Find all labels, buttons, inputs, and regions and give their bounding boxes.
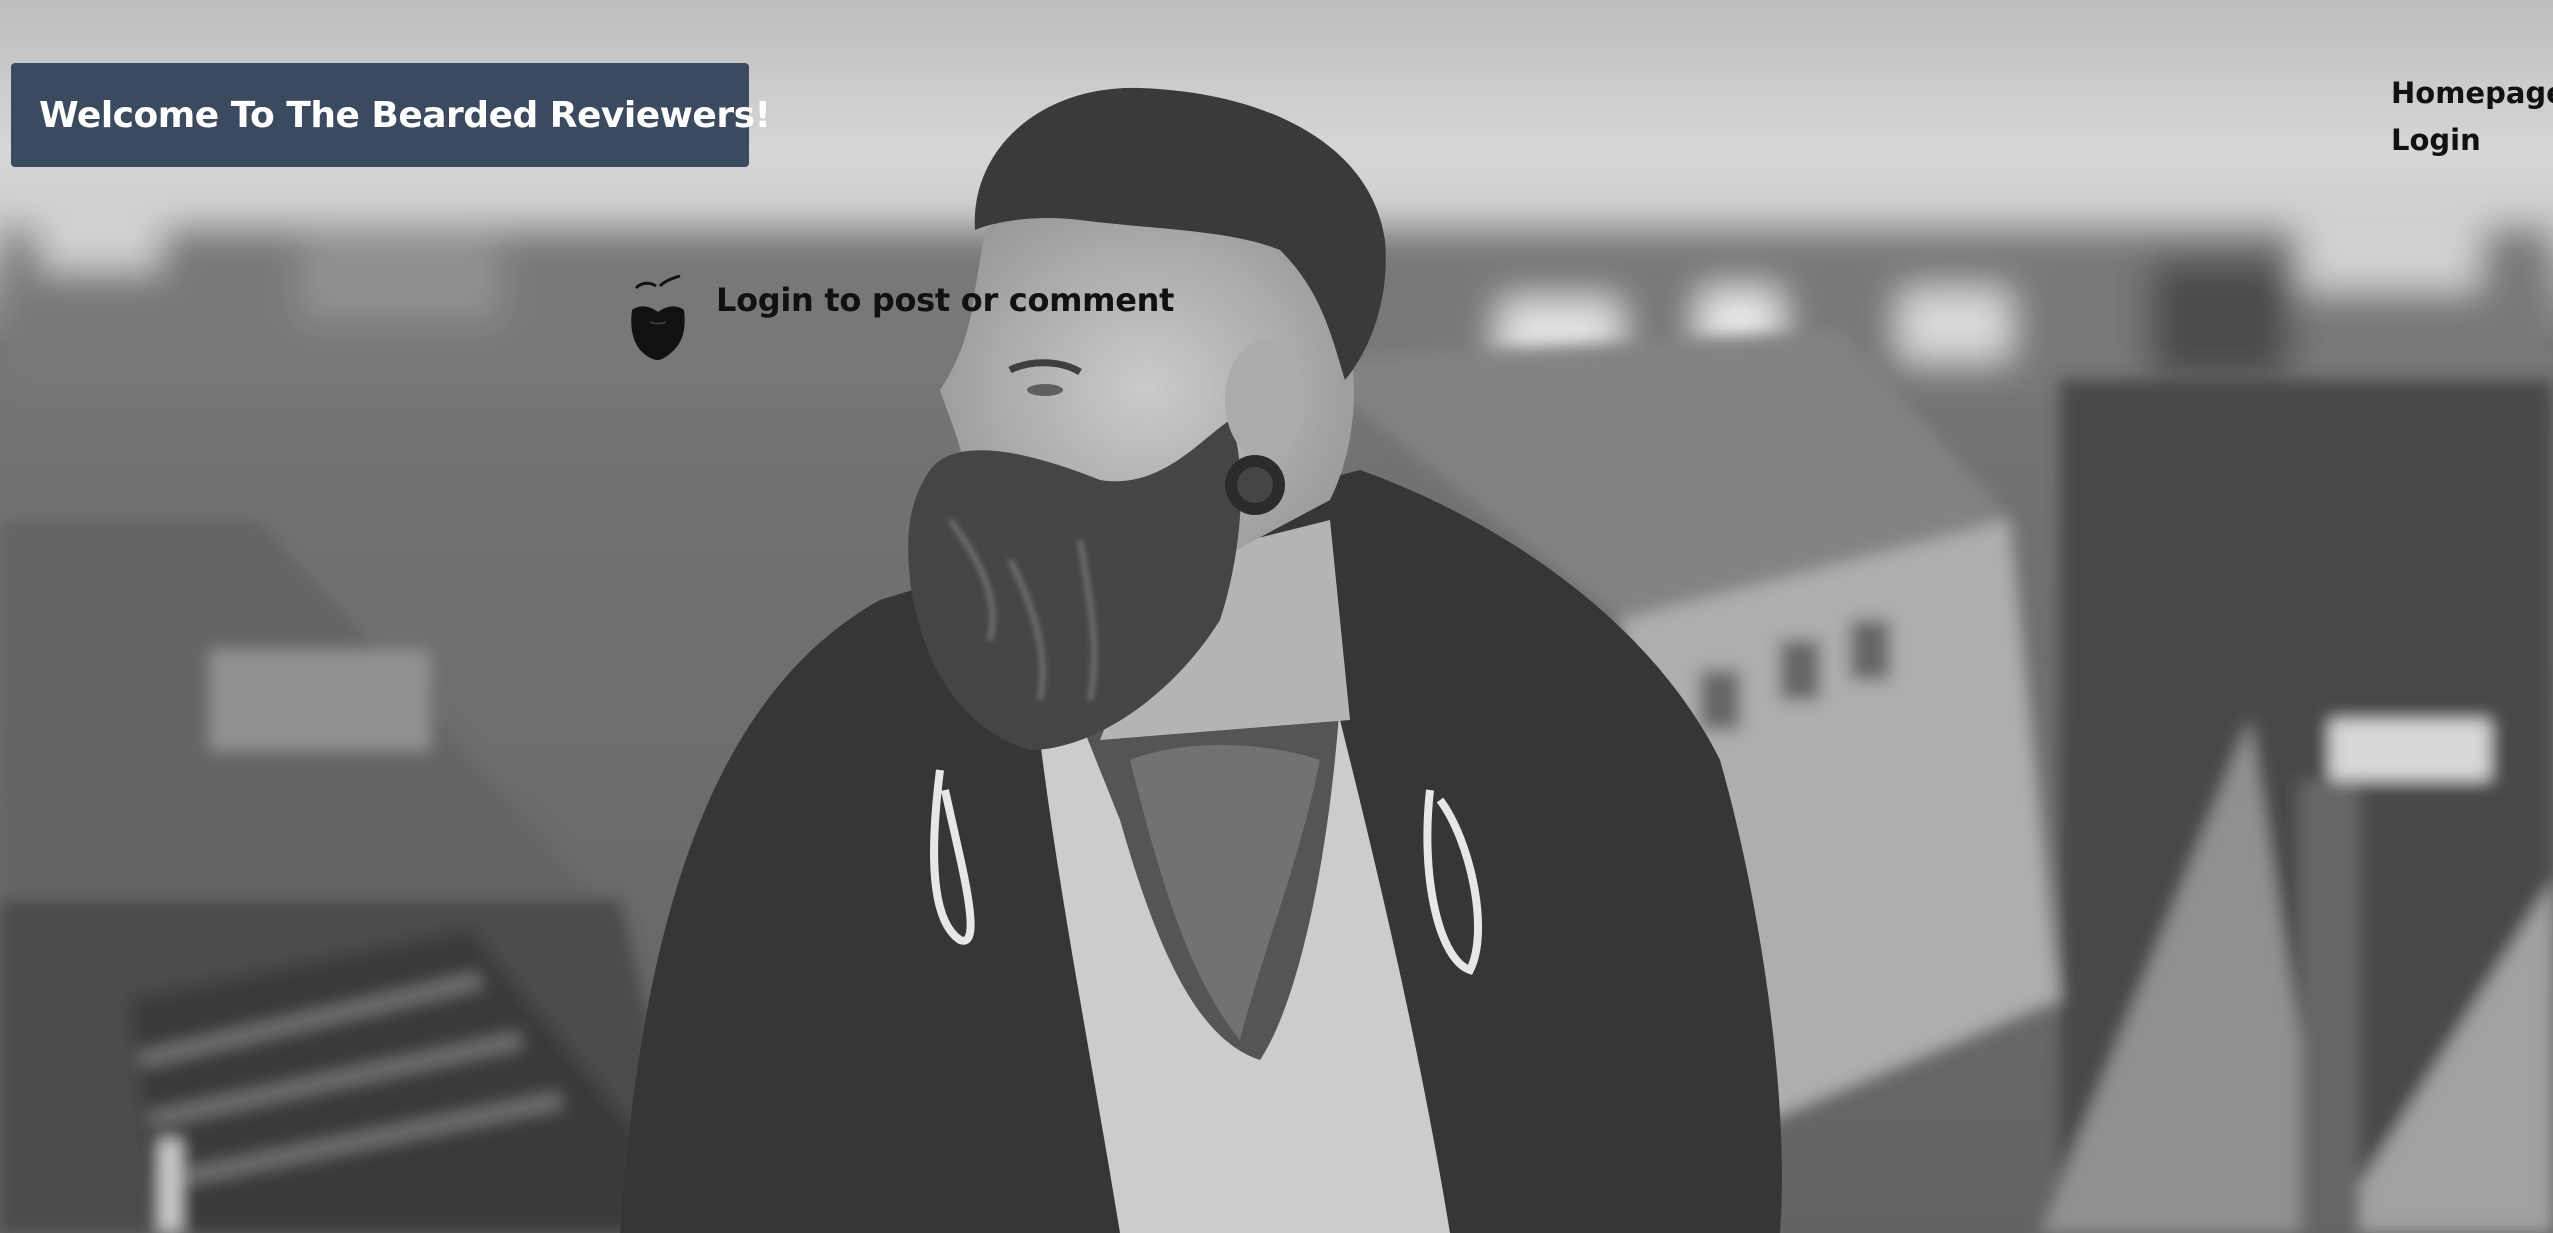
beard-icon [628,274,688,360]
login-prompt: Login to post or comment [628,272,1174,362]
hero-background-image [0,0,2553,1233]
page-title: Welcome To The Bearded Reviewers! [39,94,771,136]
nav-link-homepage[interactable]: Homepage [2391,70,2553,117]
welcome-banner: Welcome To The Bearded Reviewers! [11,63,771,167]
login-prompt-text: Login to post or comment [716,281,1175,319]
page: Welcome To The Bearded Reviewers! Homepa… [0,0,2553,1233]
top-nav: Homepage Login [2391,70,2553,164]
nav-link-login[interactable]: Login [2391,117,2553,164]
